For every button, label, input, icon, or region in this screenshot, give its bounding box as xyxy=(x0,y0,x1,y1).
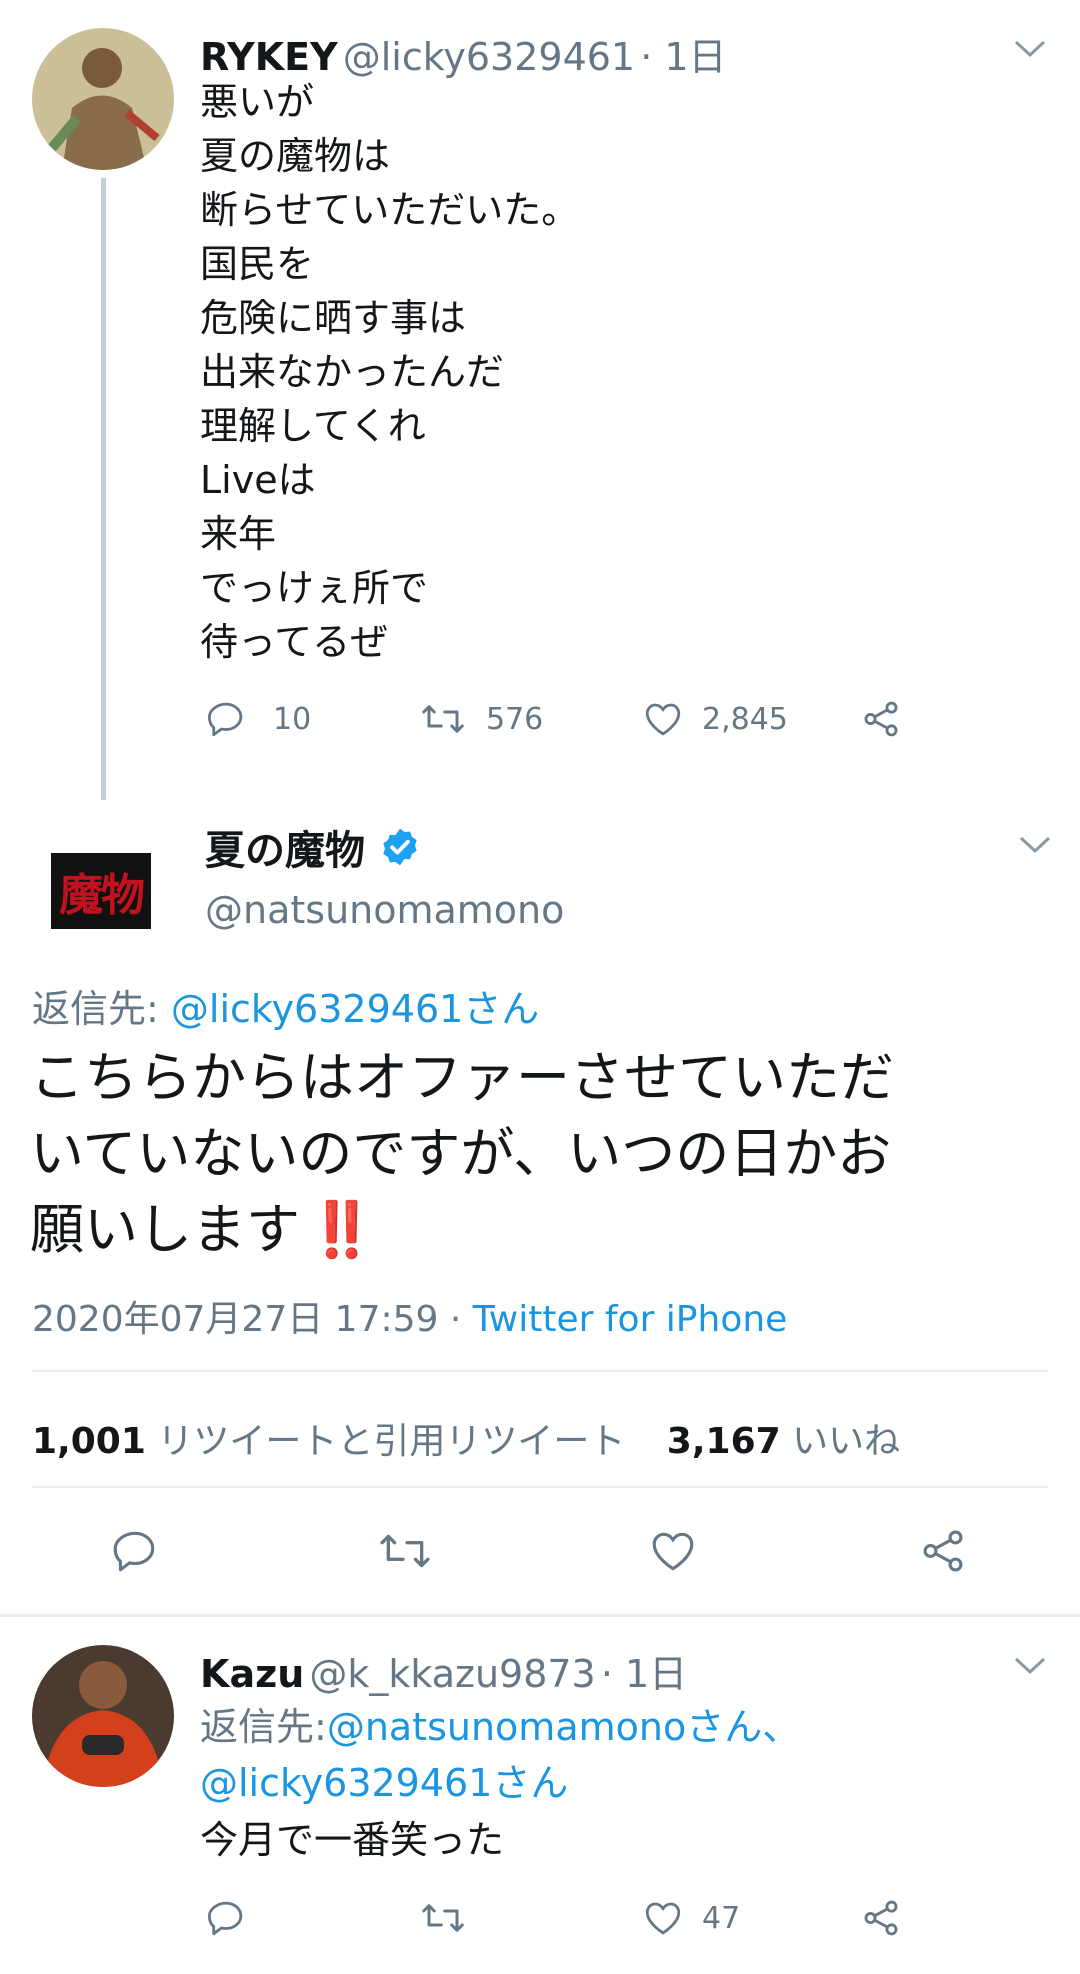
heart-icon xyxy=(645,1902,681,1935)
chevron-down-icon[interactable] xyxy=(1010,1645,1050,1685)
tweet-line: 夏の魔物は xyxy=(200,134,391,178)
like-total: 3,167 xyxy=(666,1421,781,1462)
retweet-icon xyxy=(380,1534,430,1568)
divider xyxy=(32,1370,1048,1372)
display-name[interactable]: RYKEY xyxy=(200,35,338,79)
reply-mention[interactable]: @licky6329461さん xyxy=(171,987,539,1031)
like-count: 2,845 xyxy=(702,701,788,737)
display-name[interactable]: Kazu xyxy=(200,1652,304,1696)
tweet-line: でっけぇ所で xyxy=(200,566,429,610)
tweet-source[interactable]: Twitter for iPhone xyxy=(473,1299,788,1340)
like-button[interactable]: 2,845 xyxy=(642,698,788,740)
tweet-line: 理解してくれ xyxy=(200,404,426,448)
reply-mention[interactable]: @licky6329461さん xyxy=(200,1761,568,1805)
share-button[interactable] xyxy=(918,1526,968,1576)
tweet-meta: 2020年07月27日 17:59 · Twitter for iPhone xyxy=(32,1290,787,1342)
tweet-line: こちらからはオファーさせていただ xyxy=(30,1046,894,1109)
reply-button[interactable] xyxy=(110,1526,160,1576)
tweet-text: 今月で一番笑った xyxy=(200,1818,505,1862)
retweet-count: 576 xyxy=(486,701,544,737)
heart-icon xyxy=(652,1532,694,1571)
tweet-line: いていないのですが、いつの日かお xyxy=(30,1122,892,1185)
thread-line xyxy=(101,178,106,800)
like-button[interactable]: 47 xyxy=(642,1897,740,1939)
logo-mamono: 魔物 xyxy=(51,853,151,929)
avatar-natsunomamono[interactable]: 魔物 xyxy=(40,830,162,952)
main-tweet: 魔物 夏の魔物 @natsunomamono 返信先: @licky632946… xyxy=(0,800,1080,1615)
share-icon xyxy=(923,1530,963,1572)
retweet-button[interactable]: 576 xyxy=(420,698,543,740)
tweet-line: 出来なかったんだ xyxy=(200,350,505,394)
share-icon xyxy=(864,701,898,737)
handle[interactable]: @licky6329461 xyxy=(343,35,635,79)
reply-label: 返信先: xyxy=(32,987,159,1031)
reply-context: 返信先: @licky6329461さん xyxy=(32,978,539,1033)
tweet-line: 待ってるぜ xyxy=(200,620,389,664)
share-button[interactable] xyxy=(860,1897,902,1939)
tweet-line: 願いします xyxy=(30,1198,300,1261)
main-display-name-row: 夏の魔物 xyxy=(205,818,421,876)
tweet-line: 危険に晒す事は xyxy=(200,296,467,340)
tweet-line: Liveは xyxy=(200,458,316,502)
handle[interactable]: @natsunomamono xyxy=(205,888,564,932)
like-stat-label: いいね xyxy=(792,1421,901,1462)
full-timestamp: 2020年07月27日 17:59 · xyxy=(32,1299,462,1340)
like-count: 47 xyxy=(702,1900,741,1936)
reply-icon xyxy=(207,1901,243,1936)
tweet-header: Kazu @k_kkazu9873 · 1日 xyxy=(200,1643,687,1698)
retweet-stat[interactable]: 1,001 リツイートと引用リツイート xyxy=(32,1421,625,1462)
engagement-stats: 1,001 リツイートと引用リツイート 3,167 いいね xyxy=(32,1412,900,1464)
main-tweet-text: こちらからはオファーさせていただ いていないのですが、いつの日かお 願いします ‼… xyxy=(30,1040,894,1268)
retweet-button[interactable] xyxy=(377,1526,433,1576)
retweet-total: 1,001 xyxy=(32,1421,146,1462)
like-button[interactable] xyxy=(648,1526,698,1576)
reply-context: 返信先:@natsunomamonoさん、 @licky6329461さん xyxy=(200,1699,800,1811)
tweet-thread: RYKEY @licky6329461 · 1日 悪いが 夏の魔物は 断らせてい… xyxy=(0,0,1080,1974)
reply-icon xyxy=(207,702,243,737)
avatar-rykey[interactable] xyxy=(32,28,174,170)
tweet-body: 悪いが 夏の魔物は 断らせていただいた。 国民を 危険に晒す事は 出来なかったん… xyxy=(200,75,579,669)
tweet-line: 来年 xyxy=(200,512,277,556)
reply-button[interactable]: 10 xyxy=(205,698,311,740)
display-name[interactable]: 夏の魔物 xyxy=(205,818,365,876)
tweet-line: 悪いが xyxy=(200,80,315,124)
retweet-stat-label: リツイートと引用リツイート xyxy=(157,1421,626,1462)
tweet-line-last: 願いします ‼️ xyxy=(30,1192,894,1268)
avatar-kazu[interactable] xyxy=(32,1645,174,1787)
reply-icon xyxy=(113,1531,155,1572)
timestamp[interactable]: · 1日 xyxy=(601,1652,687,1696)
reply-mention[interactable]: @natsunomamonoさん、 xyxy=(327,1705,800,1749)
heart-icon xyxy=(645,703,681,736)
timestamp[interactable]: · 1日 xyxy=(640,35,726,79)
retweet-button[interactable] xyxy=(420,1897,466,1939)
reply-label: 返信先: xyxy=(200,1705,327,1749)
tweet-line: 国民を xyxy=(200,242,315,286)
reply-count: 10 xyxy=(273,701,312,737)
tweet-header: RYKEY @licky6329461 · 1日 xyxy=(200,26,727,81)
tweet-line: 断らせていただいた。 xyxy=(200,188,580,232)
retweet-icon xyxy=(422,1904,464,1932)
share-icon xyxy=(864,1900,898,1936)
chevron-down-icon[interactable] xyxy=(1015,824,1055,864)
divider xyxy=(32,1486,1048,1488)
chevron-down-icon[interactable] xyxy=(1010,28,1050,68)
verified-badge-icon xyxy=(383,828,417,866)
double-exclamation-emoji: ‼️ xyxy=(308,1198,376,1261)
handle[interactable]: @k_kkazu9873 xyxy=(309,1652,595,1696)
retweet-icon xyxy=(422,705,464,733)
share-button[interactable] xyxy=(860,698,902,740)
tweet-kazu[interactable]: Kazu @k_kkazu9873 · 1日 返信先:@natsunomamon… xyxy=(0,1617,1080,1974)
tweet-rykey[interactable]: RYKEY @licky6329461 · 1日 悪いが 夏の魔物は 断らせてい… xyxy=(0,0,1080,800)
reply-button[interactable] xyxy=(205,1897,247,1939)
like-stat[interactable]: 3,167 いいね xyxy=(667,1421,900,1462)
